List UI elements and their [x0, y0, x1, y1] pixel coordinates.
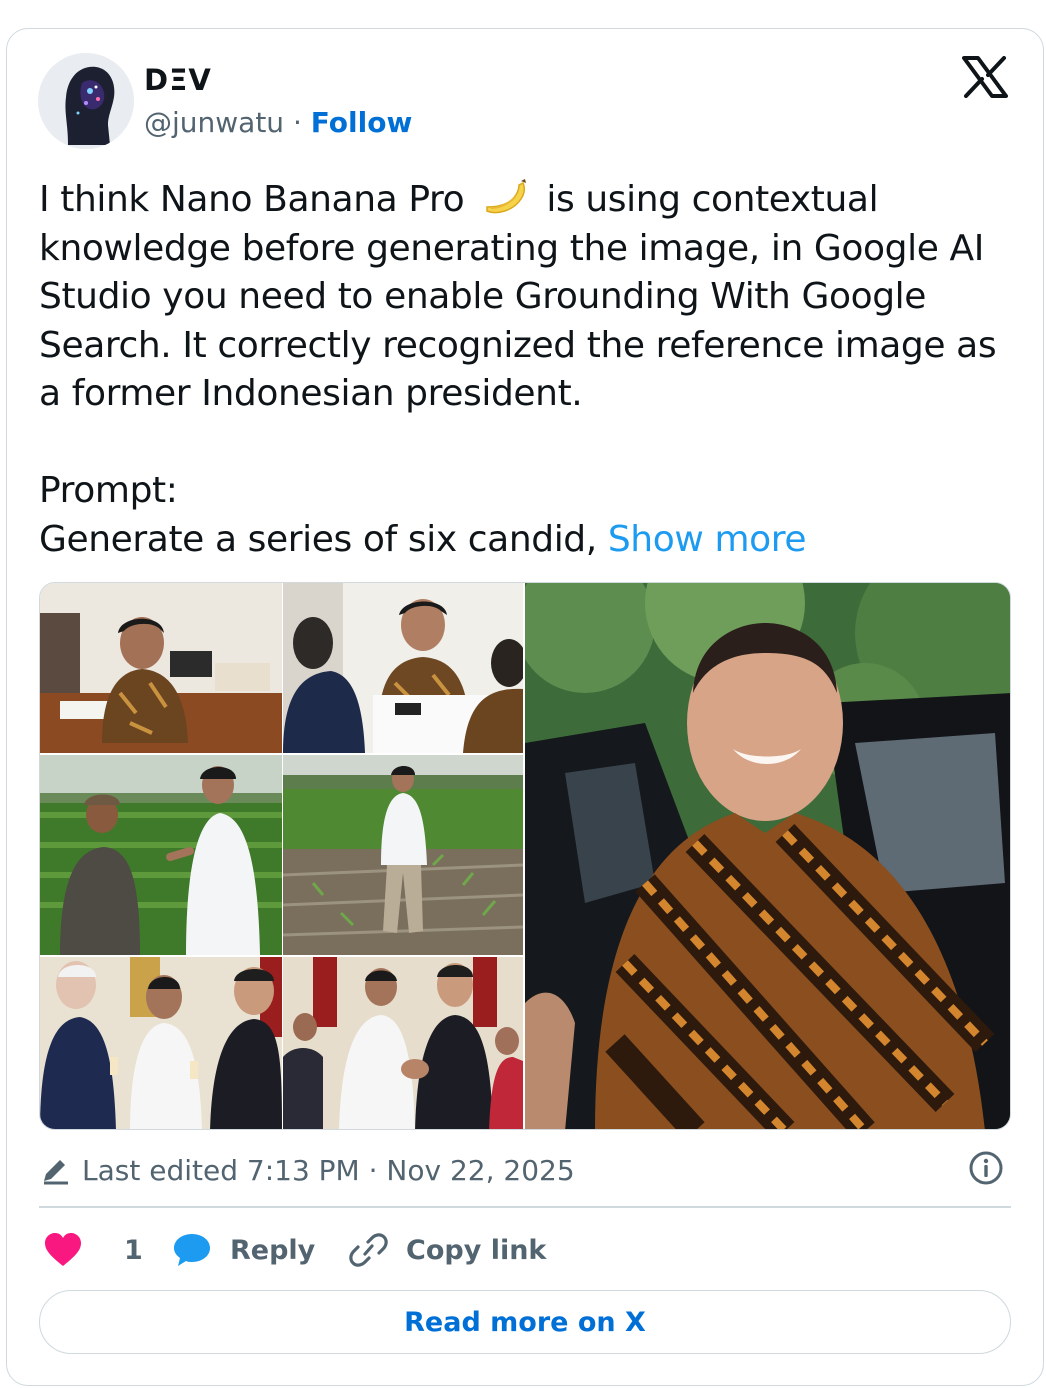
media-grid[interactable]: [39, 582, 1011, 1130]
author-name[interactable]: DΞV: [144, 63, 212, 97]
like-count: 1: [124, 1234, 143, 1266]
link-icon: [349, 1233, 388, 1267]
info-icon[interactable]: [968, 1150, 1004, 1186]
like-button[interactable]: 1: [44, 1228, 143, 1272]
edited-label: Last edited 7:13 PM · Nov 22, 2025: [82, 1153, 575, 1187]
follow-button[interactable]: Follow: [311, 106, 413, 139]
author-handle[interactable]: @junwatu: [144, 106, 284, 139]
photo-reception-toast[interactable]: [40, 957, 282, 1130]
heart-icon: [45, 1233, 81, 1266]
banana-icon: [486, 179, 527, 214]
separator-dot: ·: [292, 106, 302, 139]
avatar[interactable]: [38, 53, 134, 149]
x-logo-icon[interactable]: [962, 56, 1008, 98]
photo-portrait-batik[interactable]: [525, 583, 1011, 1130]
prompt-text: Generate a series of six candid,: [39, 518, 597, 560]
show-more-link[interactable]: Show more: [608, 519, 807, 560]
read-more-button[interactable]: Read more on X: [39, 1290, 1011, 1354]
edited-timestamp[interactable]: Last edited 7:13 PM · Nov 22, 2025: [40, 1150, 575, 1190]
photo-walking-ricefield[interactable]: [283, 755, 523, 955]
divider: [39, 1206, 1011, 1208]
reply-button[interactable]: Reply: [172, 1228, 315, 1272]
pencil-icon: [44, 1160, 68, 1185]
handle-row: @junwatu · Follow: [144, 106, 412, 139]
copy-link-button[interactable]: Copy link: [348, 1228, 546, 1272]
photo-handshake[interactable]: [283, 957, 523, 1130]
reply-bubble-icon: [174, 1234, 210, 1266]
tweet-text-intro: I think Nano Banana Pro: [39, 179, 465, 220]
photo-office-desk[interactable]: [40, 583, 282, 753]
copy-link-label: Copy link: [406, 1234, 547, 1266]
prompt-label: Prompt:: [39, 470, 178, 511]
tweet-text: I think Nano Banana Pro is using context…: [39, 176, 1014, 564]
reply-label: Reply: [230, 1234, 316, 1266]
photo-field-conversation[interactable]: [40, 755, 282, 955]
photo-laughing-meeting[interactable]: [283, 583, 523, 753]
